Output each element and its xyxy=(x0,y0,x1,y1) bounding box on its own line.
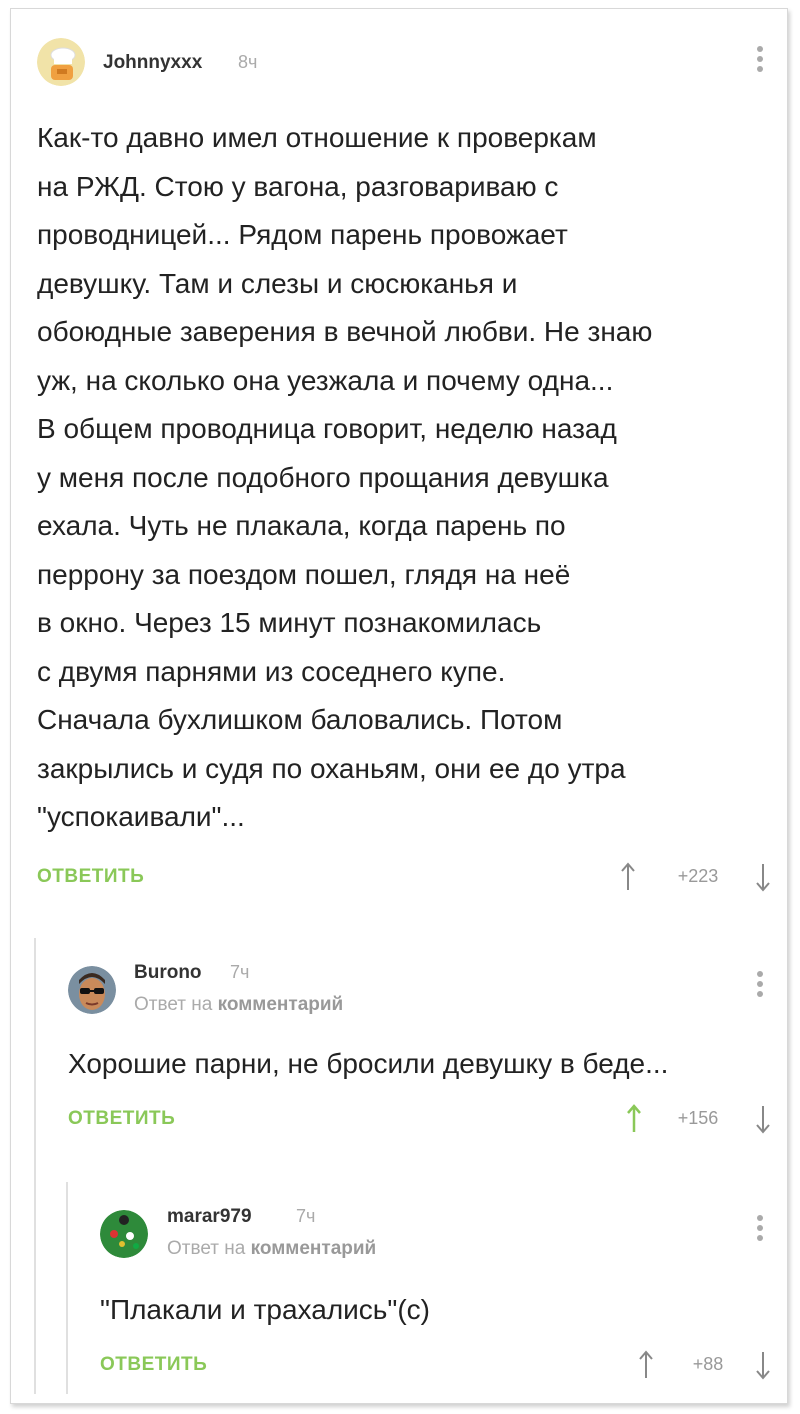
vote-widget: +223 xyxy=(620,862,775,892)
text-line: "успокаивали"... xyxy=(37,801,245,832)
comment-time: 7ч xyxy=(230,962,250,982)
reply-button[interactable]: ОТВЕТИТЬ xyxy=(100,1354,207,1376)
upvote-arrow-icon[interactable] xyxy=(620,862,636,892)
vote-widget: +88 xyxy=(620,1350,775,1380)
text-line: уж, на сколько она уезжала и почему одна… xyxy=(37,364,614,396)
text-line: перрону за поездом пошел, глядя на неё xyxy=(37,558,571,590)
comment-text: Хорошие парни, не бросили девушку в беде… xyxy=(68,1040,778,1089)
reply-target-link[interactable]: комментарий xyxy=(218,994,344,1015)
more-options-icon[interactable] xyxy=(755,1215,765,1247)
vote-widget: +156 xyxy=(620,1104,775,1134)
text-line: у меня после подобного прощания девушка xyxy=(37,461,609,493)
upvote-arrow-icon[interactable] xyxy=(626,1104,642,1134)
snooker-table-avatar-icon xyxy=(100,1210,148,1258)
text-line: на РЖД. Стою у вагона, разговариваю с xyxy=(37,170,559,202)
thread-line xyxy=(34,938,36,1394)
avatar[interactable] xyxy=(100,1210,148,1258)
text-line: с двумя парнями из соседнего купе. xyxy=(37,655,506,687)
reply-target-link[interactable]: комментарий xyxy=(251,1238,377,1259)
vote-score: +88 xyxy=(692,1354,724,1374)
avatar[interactable] xyxy=(37,38,85,86)
comment-time: 8ч xyxy=(238,52,258,72)
avatar[interactable] xyxy=(68,966,116,1014)
man-sunglasses-avatar-icon xyxy=(68,966,116,1014)
text-line: в окно. Через 15 минут познакомилась xyxy=(37,607,542,638)
text-line: обоюдные заверения в вечной любви. Не зн… xyxy=(37,316,653,347)
downvote-arrow-icon[interactable] xyxy=(755,862,771,892)
text-line: закрылись и судя по оханьям, они ее до у… xyxy=(37,752,626,784)
reply-to-label: Ответ на комментарий xyxy=(134,994,343,1016)
vote-score: +156 xyxy=(677,1108,719,1128)
text-line: В общем проводница говорит, неделю назад xyxy=(37,413,617,444)
reply-prefix: Ответ на xyxy=(167,1238,246,1259)
text-line: ехала. Чуть не плакала, когда парень по xyxy=(37,510,566,541)
reply-to-label: Ответ на комментарий xyxy=(167,1238,376,1260)
text-line: проводницей... Рядом парень провожает xyxy=(37,219,568,250)
thread-line xyxy=(66,1182,68,1394)
downvote-arrow-icon[interactable] xyxy=(755,1350,771,1380)
username[interactable]: marar979 xyxy=(167,1206,252,1228)
username[interactable]: Burono xyxy=(134,962,202,984)
comment-text: Как-то давно имел отношение к проверкам … xyxy=(37,114,777,842)
reply-button[interactable]: ОТВЕТИТЬ xyxy=(68,1108,175,1130)
upvote-arrow-icon[interactable] xyxy=(638,1350,654,1380)
comment-text: "Плакали и трахались"(с) xyxy=(100,1286,770,1335)
text-line: Хорошие парни, не бросили девушку в беде… xyxy=(68,1048,669,1079)
reply-button[interactable]: ОТВЕТИТЬ xyxy=(37,866,144,888)
downvote-arrow-icon[interactable] xyxy=(755,1104,771,1134)
cook-hat-avatar-icon xyxy=(37,38,85,86)
more-options-icon[interactable] xyxy=(755,46,765,78)
text-line: девушку. Там и слезы и сюсюканья и xyxy=(37,267,518,299)
text-line: "Плакали и трахались"(с) xyxy=(100,1294,430,1325)
comment-time: 7ч xyxy=(296,1206,316,1226)
vote-score: +223 xyxy=(677,866,719,886)
username[interactable]: Johnnyxxx xyxy=(103,52,202,74)
text-line: Как-то давно имел отношение к проверкам xyxy=(37,122,597,153)
more-options-icon[interactable] xyxy=(755,971,765,1003)
reply-prefix: Ответ на xyxy=(134,994,213,1015)
text-line: Сначала бухлишком баловались. Потом xyxy=(37,704,563,735)
